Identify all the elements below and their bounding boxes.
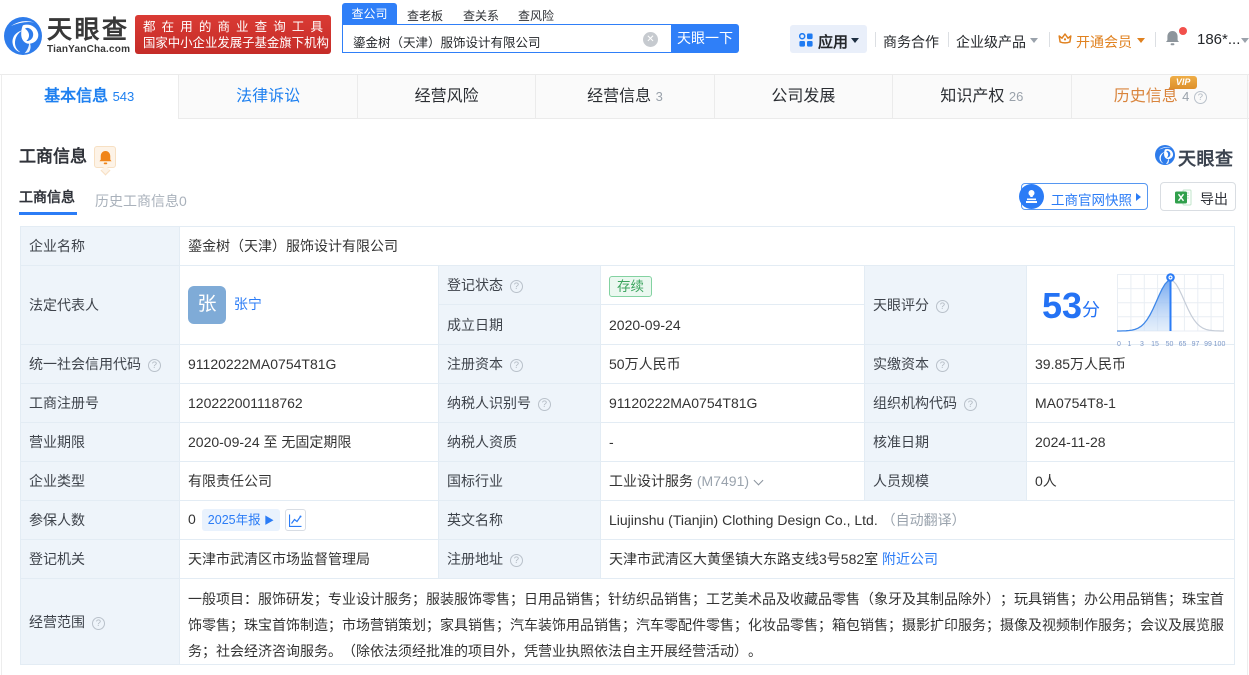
svg-text:0: 0 (1117, 341, 1121, 348)
svg-text:15: 15 (1151, 341, 1159, 348)
svg-text:65: 65 (1179, 341, 1187, 348)
svg-text:99: 99 (1204, 341, 1212, 348)
svg-text:97: 97 (1192, 341, 1200, 348)
svg-text:3: 3 (1140, 341, 1144, 348)
svg-text:50: 50 (1166, 341, 1174, 348)
svg-text:1: 1 (1128, 341, 1132, 348)
svg-text:100: 100 (1214, 341, 1226, 348)
